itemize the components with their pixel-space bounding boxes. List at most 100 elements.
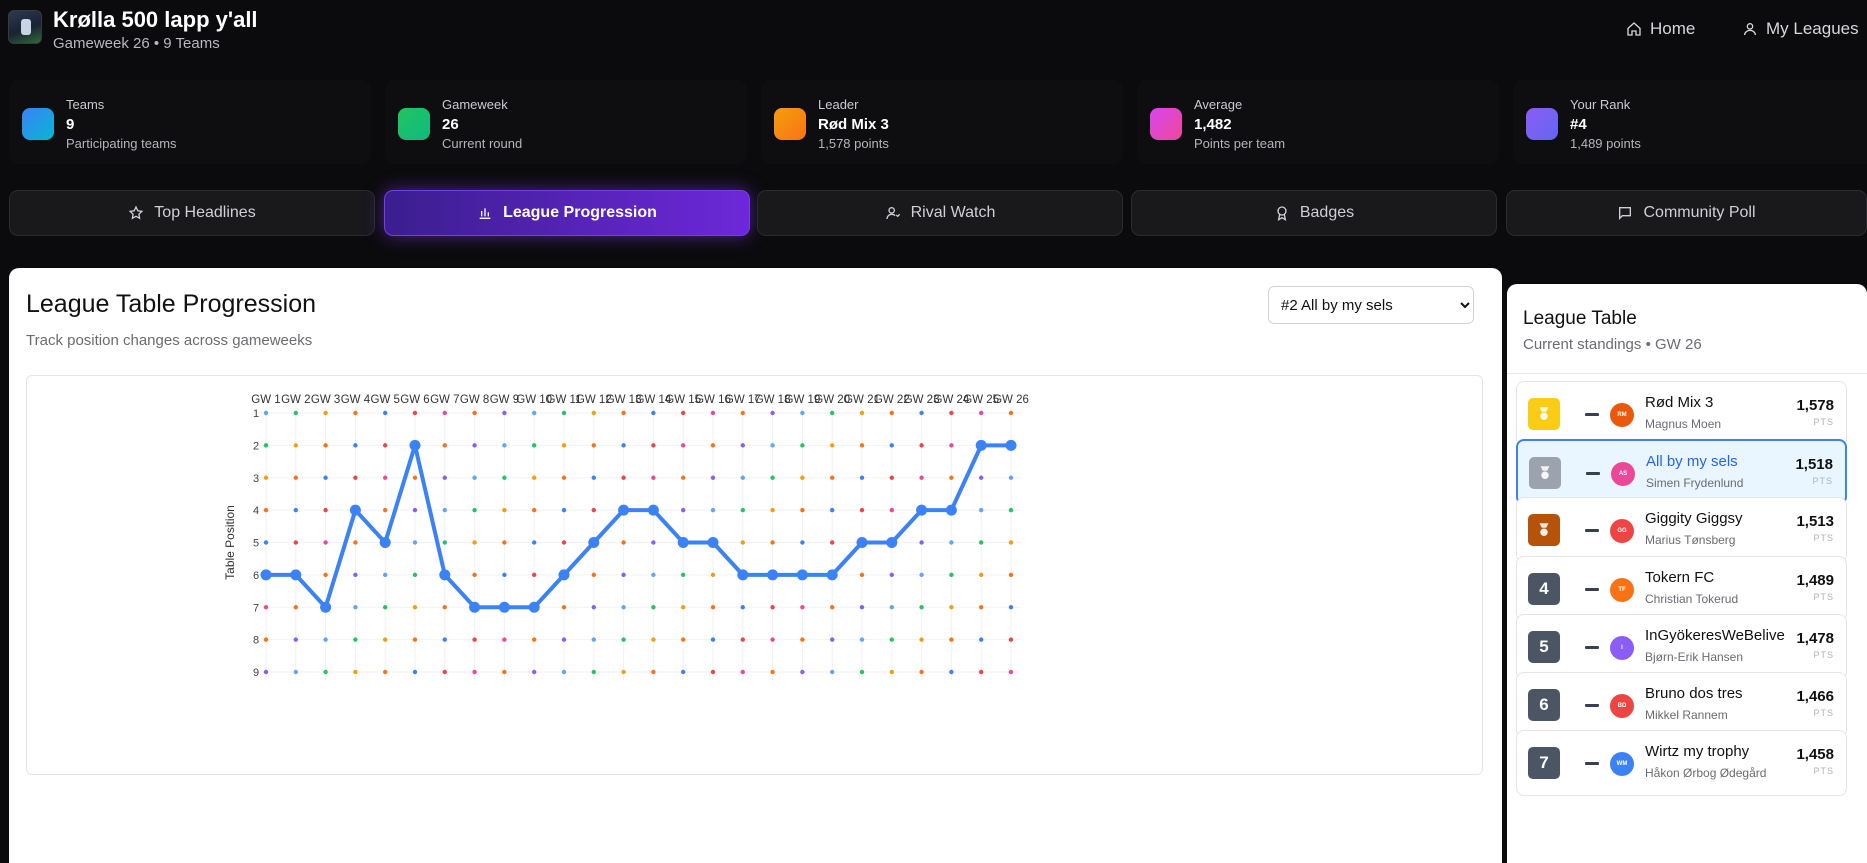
grid-dot [710, 475, 716, 480]
grid-dot [1008, 475, 1014, 480]
progression-chart: GW 1 GW 2 GW 3 GW 4 GW 5 GW 6 GW 7 GW 8 GW 9GW 1… [223, 394, 1029, 680]
grid-dot [651, 443, 656, 448]
league-row[interactable]: 4 TF Tokern FC Christian Tokerud 1,489 PTS [1516, 555, 1847, 622]
grid-dot [442, 605, 447, 610]
no-change-icon [1585, 529, 1599, 533]
series-point [618, 504, 630, 516]
grid-dot [740, 410, 745, 416]
grid-dot [293, 540, 298, 545]
league-subtitle: Gameweek 26 • 9 Teams [53, 35, 220, 52]
grid-dot [353, 637, 358, 642]
grid-dot [442, 443, 447, 448]
grid-dot [919, 443, 924, 448]
grid-dot [651, 540, 656, 545]
grid-dot [979, 605, 984, 610]
series-point [796, 569, 808, 581]
grid-dot [859, 410, 865, 416]
grid-dot [710, 669, 716, 675]
league-title: Krølla 500 lapp y'all [53, 7, 258, 32]
grid-dot [1008, 572, 1014, 578]
grid-dot [859, 572, 865, 578]
grid-dot [353, 605, 358, 610]
series-point [379, 537, 391, 548]
y-tick-label: 8 [253, 635, 259, 647]
grid-dot [383, 669, 388, 675]
series-point [498, 601, 510, 613]
grid-dot [949, 637, 954, 642]
grid-dot [293, 669, 298, 675]
grid-dot [830, 507, 835, 513]
avatar: RM [1610, 403, 1634, 427]
team-select[interactable]: #2 All by my sels [1268, 286, 1474, 324]
grid-dot [502, 669, 507, 675]
league-row[interactable]: 7 WM Wirtz my trophy Håkon Ørbog Ødegård 1,4… [1516, 730, 1847, 797]
grid-dot [591, 572, 596, 578]
no-change-icon [1585, 704, 1599, 707]
grid-dot [263, 475, 269, 480]
stat-desc: Points per team [1194, 136, 1286, 151]
grid-dot [800, 637, 805, 642]
grid-dot [383, 605, 388, 610]
grid-dot [412, 637, 418, 642]
bar-chart-icon [479, 208, 491, 219]
stat-label: Gameweek [442, 97, 508, 112]
grid-dot [770, 507, 775, 513]
tab-community-poll[interactable]: Community Poll [1506, 190, 1867, 236]
grid-dot [293, 507, 298, 513]
grid-dot [651, 605, 656, 610]
grid-dot [1008, 410, 1014, 416]
grid-dot [472, 540, 477, 545]
series-point [945, 504, 957, 516]
grid-dot [830, 605, 835, 610]
grid-dot [770, 475, 775, 480]
stat-desc: Current round [442, 136, 523, 151]
grid-dot [770, 637, 775, 642]
grid-dot [442, 507, 447, 513]
series-point [469, 601, 481, 613]
grid-dot [561, 669, 567, 675]
x-tick-label: GW 4 [341, 394, 371, 406]
series-point [886, 537, 898, 548]
grid-dot [502, 475, 507, 480]
league-row[interactable]: GG Giggity Giggsy Marius Tønsberg 1,513 PTS [1516, 497, 1847, 564]
grid-dot [859, 669, 865, 675]
grid-dot [293, 637, 298, 642]
league-table-panel: League Table Current standings • GW 26 R… [1507, 284, 1867, 863]
tab-rival-watch[interactable]: Rival Watch [757, 190, 1123, 236]
tab-badges[interactable]: Badges [1131, 190, 1497, 236]
team-points: 1,466 [1796, 688, 1834, 705]
home-link[interactable]: Home [1626, 19, 1695, 39]
grid-dot [710, 443, 716, 448]
grid-dot [1008, 507, 1014, 513]
league-row[interactable]: 6 BD Bruno dos tres Mikkel Rannem 1,466 PTS [1516, 672, 1847, 738]
grid-dot [740, 507, 745, 513]
stat-label: Average [1194, 97, 1243, 112]
series-point [320, 601, 332, 613]
league-row[interactable]: 5 I InGyökeresWeBelive Bjørn-Erik Hansen 1,4… [1516, 613, 1847, 680]
grid-dot [740, 605, 745, 610]
star-icon [129, 205, 144, 220]
tab-top-headlines[interactable]: Top Headlines [9, 190, 375, 236]
grid-dot [442, 540, 447, 545]
progression-panel: League Table Progression Track position … [9, 268, 1502, 863]
stat-desc: 1,578 points [818, 136, 889, 151]
my-leagues-link[interactable]: My Leagues [1742, 19, 1859, 39]
series-point [677, 537, 689, 548]
trophy-icon [774, 108, 806, 140]
grid-dot [1008, 637, 1014, 642]
y-tick-label: 1 [253, 408, 259, 420]
points-label: PTS [1813, 591, 1834, 602]
no-change-icon [1585, 413, 1599, 416]
stat-card-average: Average 1,482 Points per team [1137, 80, 1499, 164]
grid-dot [949, 443, 954, 448]
series-point [975, 439, 987, 451]
stat-value: Rød Mix 3 [818, 116, 889, 133]
league-row[interactable]: AS All by my sels Simen Frydenlund 1,518 PTS [1516, 439, 1847, 506]
points-label: PTS [1813, 708, 1834, 718]
grid-dot [293, 410, 298, 416]
grid-dot [800, 669, 805, 675]
grid-dot [323, 410, 328, 416]
league-row[interactable]: RM Rød Mix 3 Magnus Moen 1,578 PTS [1516, 381, 1847, 447]
tab-league-progression[interactable]: League Progression [384, 190, 750, 236]
manager-name: Simen Frydenlund [1646, 476, 1744, 491]
